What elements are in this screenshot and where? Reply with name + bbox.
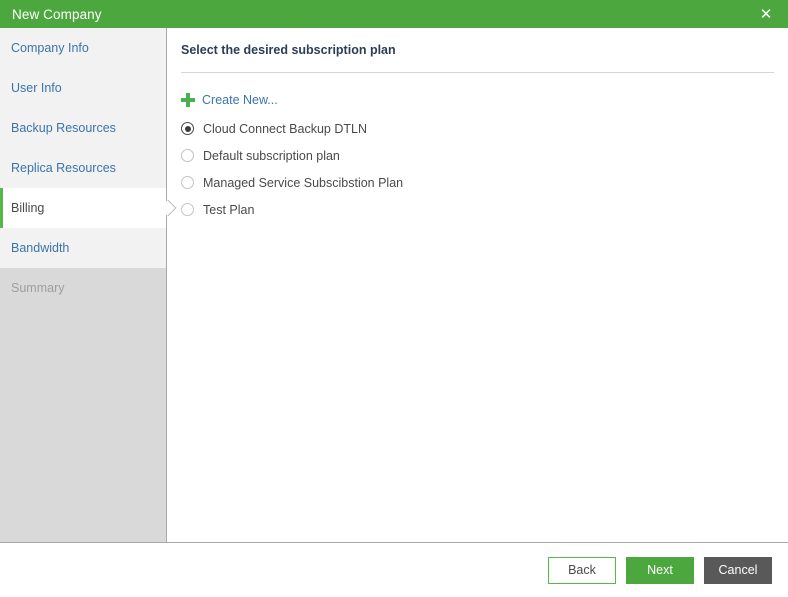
content-header: Select the desired subscription plan (167, 28, 788, 57)
plan-option-managed-service-subscibstion-plan[interactable]: Managed Service Subscibstion Plan (181, 169, 403, 196)
plan-label: Managed Service Subscibstion Plan (203, 175, 404, 190)
sidebar-item-backup-resources[interactable]: Backup Resources (0, 108, 166, 148)
wizard-body: Company Info User Info Backup Resources … (0, 28, 788, 542)
plan-label: Default subscription plan (203, 148, 340, 163)
step-label: Summary (11, 281, 65, 295)
step-label: Backup Resources (11, 121, 116, 135)
sidebar-item-replica-resources[interactable]: Replica Resources (0, 148, 166, 188)
window-titlebar: New Company ✕ (0, 0, 788, 28)
step-label: Billing (11, 201, 45, 215)
sidebar-item-bandwidth[interactable]: Bandwidth (0, 228, 166, 268)
wizard-step-sidebar: Company Info User Info Backup Resources … (0, 28, 177, 542)
back-button[interactable]: Back (548, 556, 616, 584)
radio-button[interactable] (181, 203, 194, 216)
window-title: New Company (12, 6, 102, 22)
plan-option-test-plan[interactable]: Test Plan (181, 196, 254, 223)
step-label: User Info (11, 81, 62, 95)
step-label: Company Info (11, 41, 89, 55)
step-list: Company Info User Info Backup Resources … (0, 28, 177, 308)
radio-button[interactable] (181, 176, 194, 189)
radio-button[interactable] (181, 149, 194, 162)
sidebar-item-company-info[interactable]: Company Info (0, 28, 166, 68)
plus-icon (181, 93, 195, 107)
subscription-plan-list: Create New... Cloud Connect Backup DTLN … (167, 73, 788, 223)
create-new-label: Create New... (202, 93, 278, 107)
create-new-plan-button[interactable]: Create New... (181, 89, 278, 111)
sidebar-item-summary: Summary (0, 268, 166, 308)
plan-option-cloud-connect-backup-dtln[interactable]: Cloud Connect Backup DTLN (181, 115, 367, 142)
next-button[interactable]: Next (626, 556, 694, 584)
new-company-wizard-window: New Company ✕ Company Info User Info Bac… (0, 0, 788, 597)
wizard-content-pane: Select the desired subscription plan Cre… (167, 28, 788, 542)
cancel-button[interactable]: Cancel (704, 556, 772, 584)
step-label: Replica Resources (11, 161, 116, 175)
plan-label: Cloud Connect Backup DTLN (203, 121, 367, 136)
radio-button[interactable] (181, 122, 194, 135)
step-label: Bandwidth (11, 241, 70, 255)
close-icon[interactable]: ✕ (744, 0, 788, 28)
page-title: Select the desired subscription plan (181, 43, 396, 57)
plan-option-default-subscription-plan[interactable]: Default subscription plan (181, 142, 340, 169)
sidebar-item-billing[interactable]: Billing (0, 188, 177, 228)
sidebar-item-user-info[interactable]: User Info (0, 68, 166, 108)
plan-label: Test Plan (203, 202, 255, 217)
wizard-footer: Back Next Cancel (0, 543, 788, 597)
